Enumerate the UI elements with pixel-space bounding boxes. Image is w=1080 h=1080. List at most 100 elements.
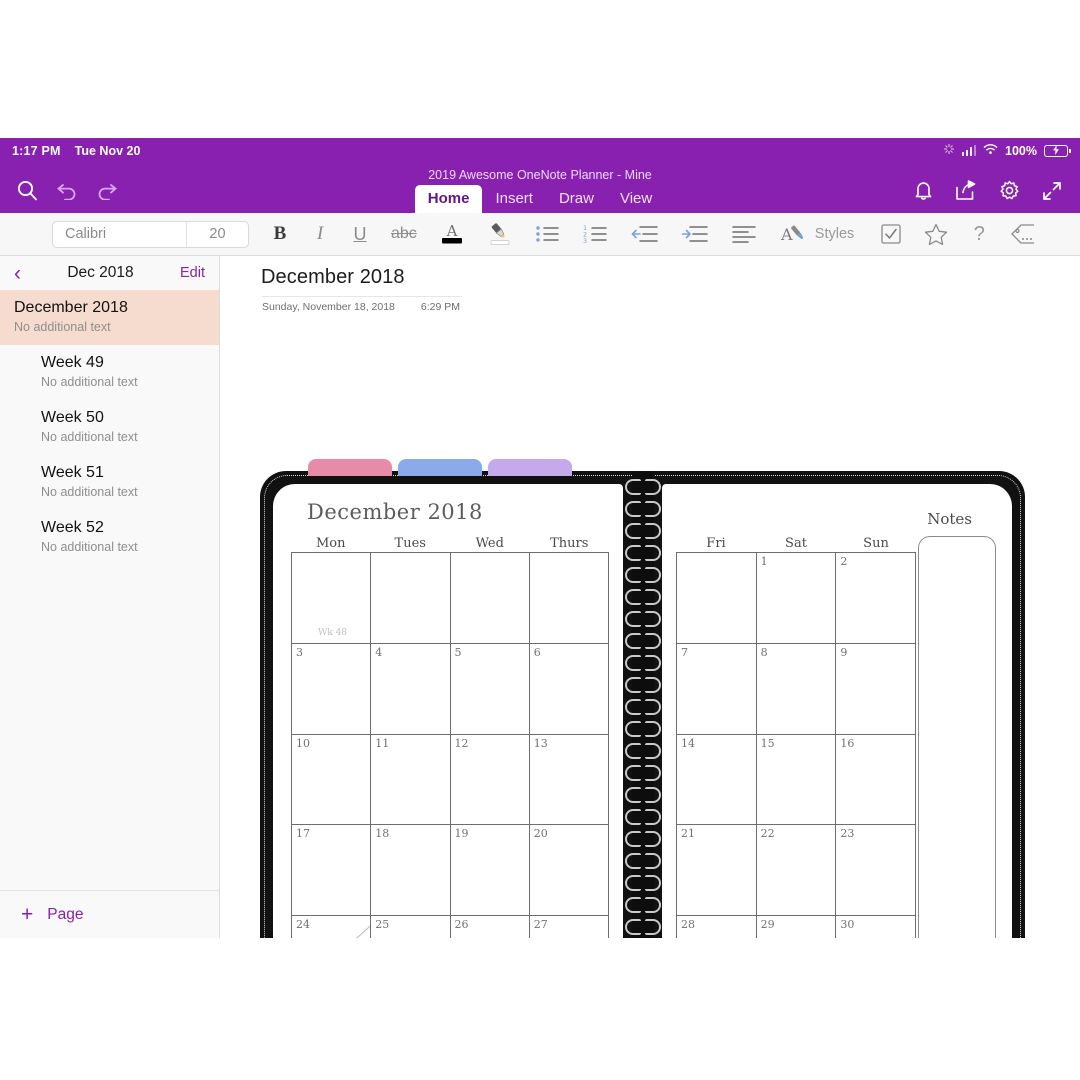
italic-button[interactable]: I	[311, 220, 329, 248]
chevron-left-icon[interactable]: ‹	[14, 263, 21, 284]
edit-button[interactable]: Edit	[180, 265, 205, 281]
page-sidebar: ‹ Dec 2018 Edit December 2018 No additio…	[0, 256, 220, 938]
planner-day-cell[interactable]: 14	[677, 734, 757, 826]
planner-day-cell[interactable]: 19	[450, 825, 530, 917]
tab-view[interactable]: View	[607, 185, 665, 213]
styles-icon[interactable]: A	[779, 220, 809, 248]
planner-day-number: 20	[533, 827, 548, 841]
note-canvas[interactable]: December 2018 Sunday, November 18, 2018 …	[220, 256, 1080, 938]
planner-day-cell[interactable]: 7	[677, 643, 757, 735]
planner-day-cell[interactable]: 30	[836, 916, 916, 938]
planner-day-cell[interactable]: 5	[450, 643, 530, 735]
planner-day-cell[interactable]: 22	[756, 825, 837, 917]
planner-day-number: 8	[760, 645, 768, 659]
numbered-list-icon[interactable]: 123	[583, 220, 609, 248]
planner-day-cell[interactable]: 26	[451, 916, 530, 938]
tag-icon[interactable]	[1010, 220, 1036, 248]
planner-day-cell[interactable]: 2431	[292, 916, 372, 938]
planner-day-cell[interactable]	[677, 553, 757, 644]
planner-day-cell[interactable]: 2	[836, 553, 916, 644]
page-list-item-week-52[interactable]: Week 52 No additional text	[0, 510, 219, 565]
tab-draw[interactable]: Draw	[546, 185, 607, 213]
planner-day-cell[interactable]: 9	[836, 643, 916, 735]
planner-day-number: 3	[296, 645, 303, 659]
tab-home[interactable]: Home	[414, 185, 483, 213]
increase-indent-icon[interactable]	[681, 220, 709, 248]
page-item-title: Week 51	[41, 464, 104, 481]
planner-day-cell[interactable]	[529, 553, 609, 644]
planner-day-cell[interactable]: 21	[677, 825, 757, 917]
planner-day-cell[interactable]: 11	[371, 734, 451, 826]
planner-day-cell[interactable]: 25	[371, 916, 451, 938]
planner-day-number: 15	[760, 736, 775, 750]
planner-right-day-headers: Fri Sat Sun	[676, 536, 916, 551]
font-size-input[interactable]: 20	[186, 221, 248, 247]
page-list-item-week-50[interactable]: Week 50 No additional text	[0, 400, 219, 455]
planner-day-header: Sun	[863, 536, 889, 551]
planner-tab-purple[interactable]	[488, 459, 572, 476]
planner-tab-blue[interactable]	[398, 459, 482, 476]
underline-button[interactable]: U	[351, 220, 369, 248]
planner-day-cell[interactable]: 6	[529, 643, 609, 735]
planner-day-cell[interactable]: 3	[292, 643, 372, 735]
font-control[interactable]: Calibri 20	[52, 220, 249, 248]
planner-day-number: 27	[533, 918, 548, 932]
planner-day-number: 2	[840, 555, 848, 568]
planner-day-cell[interactable]: 28	[677, 916, 757, 938]
font-name-input[interactable]: Calibri	[53, 226, 186, 242]
page-list-item-week-51[interactable]: Week 51 No additional text	[0, 455, 219, 510]
planner-day-cell[interactable]: 16	[836, 734, 916, 826]
planner-day-cell[interactable]: 20	[529, 825, 609, 917]
page-title[interactable]: December 2018	[261, 266, 405, 289]
page-list-item-week-49[interactable]: Week 49 No additional text	[0, 345, 219, 400]
planner-day-cell[interactable]: 18	[371, 825, 451, 917]
styles-label[interactable]: Styles	[815, 226, 855, 242]
planner-day-number: 30	[840, 918, 855, 932]
planner-day-cell[interactable]: 10	[292, 734, 372, 826]
planner-day-number: 16	[840, 736, 855, 750]
page-item-subtitle: No additional text	[41, 430, 138, 444]
planner-day-number: 4	[375, 645, 383, 659]
page-item-subtitle: No additional text	[41, 540, 138, 554]
star-icon[interactable]	[924, 220, 948, 248]
planner-image[interactable]: December 2018 Mon Tues Wed Thurs Wk 48 3 4 5 6 1…	[260, 459, 1025, 938]
planner-day-number: 25	[375, 918, 390, 932]
planner-day-cell[interactable]: 4	[371, 643, 451, 735]
help-icon[interactable]: ?	[970, 220, 988, 248]
wifi-icon	[983, 143, 998, 158]
page-item-subtitle: No additional text	[14, 320, 111, 334]
planner-day-cell[interactable]: 1	[756, 553, 837, 644]
decrease-indent-icon[interactable]	[631, 220, 659, 248]
planner-day-cell[interactable]: 17	[292, 825, 372, 917]
highlighter-icon[interactable]	[487, 220, 513, 248]
planner-week-label: Wk 48	[318, 627, 348, 638]
add-page-button[interactable]: + Page	[0, 890, 219, 938]
battery-percent: 100%	[1005, 143, 1037, 158]
todo-checkbox-icon[interactable]	[880, 220, 902, 248]
planner-day-cell[interactable]: Wk 48	[292, 553, 372, 644]
bullet-list-icon[interactable]	[535, 220, 561, 248]
tab-insert[interactable]: Insert	[482, 185, 546, 213]
font-color-icon[interactable]: A	[439, 220, 465, 248]
planner-day-cell[interactable]: 27	[530, 916, 609, 938]
bold-button[interactable]: B	[271, 220, 289, 248]
planner-day-cell[interactable]: 15	[756, 734, 837, 826]
planner-day-cell[interactable]: 29	[757, 916, 837, 938]
format-toolbar: Calibri 20 B I U abc A 1 2 3 A Styles ?	[0, 213, 1080, 256]
status-indicators: 100%	[943, 143, 1071, 158]
planner-day-cell[interactable]: 13	[529, 734, 609, 826]
strikethrough-button[interactable]: abc	[391, 220, 417, 248]
planner-tab-pink[interactable]	[308, 459, 392, 476]
align-icon[interactable]	[731, 220, 757, 248]
planner-ring	[624, 765, 661, 781]
planner-day-cell[interactable]	[450, 553, 530, 644]
planner-day-cell[interactable]: 23	[836, 825, 916, 917]
planner-notes-box[interactable]	[918, 536, 996, 938]
planner-ring	[624, 611, 661, 627]
planner-day-cell[interactable]: 8	[756, 643, 837, 735]
page-list-item-december-2018[interactable]: December 2018 No additional text	[0, 290, 219, 345]
planner-day-cell[interactable]: 12	[450, 734, 530, 826]
plus-icon: +	[21, 903, 34, 926]
planner-day-cell[interactable]	[371, 553, 451, 644]
sidebar-header: ‹ Dec 2018 Edit	[0, 256, 219, 290]
